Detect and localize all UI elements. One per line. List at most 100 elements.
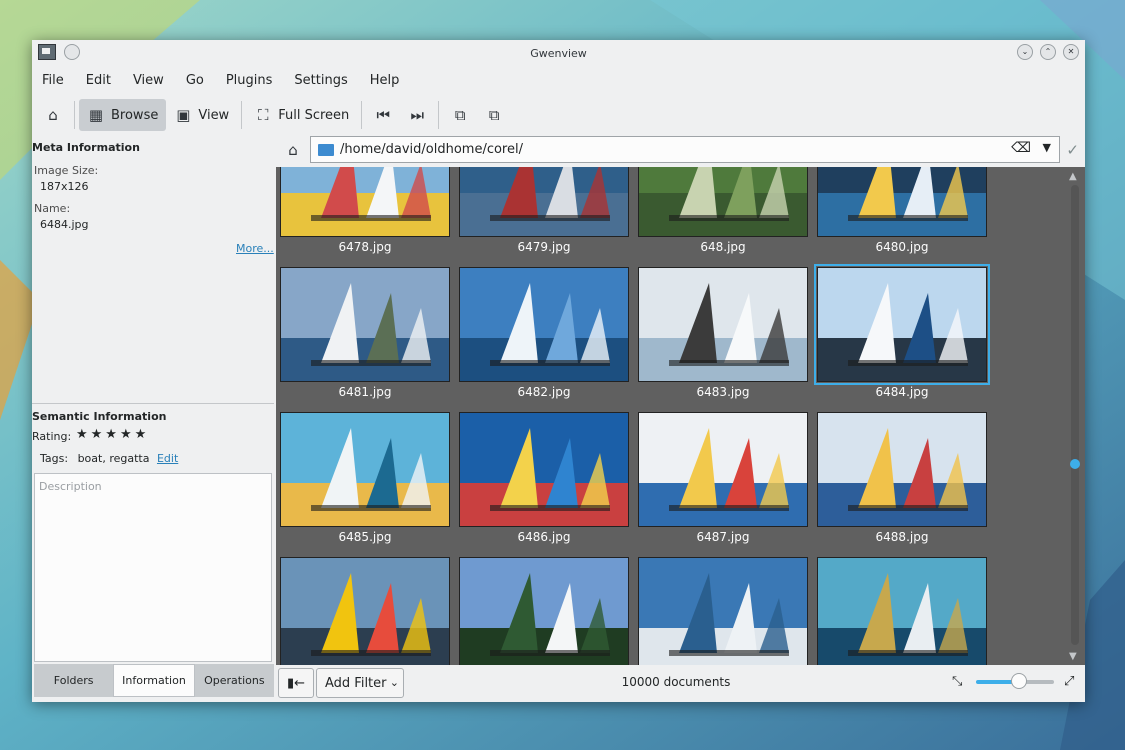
zoom-in-icon[interactable]: ⤢ [1064, 674, 1074, 689]
thumbnail-image[interactable] [459, 412, 629, 527]
thumbnail-image[interactable] [280, 557, 450, 665]
location-bar: ⌂ /home/david/oldhome/corel/ ⌫ ▼ ✓ [276, 133, 1085, 167]
zoom-slider-handle[interactable] [1011, 673, 1027, 689]
thumbnail-image[interactable] [280, 167, 450, 237]
thumbnail-caption: 6485.jpg [338, 530, 392, 544]
grid-icon: ▦ [88, 106, 104, 124]
rotate-left-button[interactable]: ⧉ [443, 99, 477, 131]
menu-view[interactable]: View [133, 73, 164, 88]
menu-help[interactable]: Help [370, 73, 400, 88]
meta-info-heading: Meta Information [32, 141, 140, 154]
menu-file[interactable]: File [42, 73, 64, 88]
tags-label: Tags: [40, 452, 69, 465]
description-field[interactable]: Description [34, 473, 272, 662]
document-count: 10000 documents [621, 675, 731, 689]
rating-stars[interactable]: ★★★★★ [76, 427, 149, 442]
folder-icon [318, 143, 334, 156]
thumbnail-caption: 6478.jpg [338, 240, 392, 254]
thumbnail-caption: 6483.jpg [696, 385, 750, 399]
thumbnail-caption: 6480.jpg [875, 240, 929, 254]
thumbnail-grid: 6478.jpg 6479.jpg 648.jpg 6480.jpg 6481.jpg 6… [276, 167, 1085, 665]
view-label: View [198, 107, 230, 123]
thumbnail-image[interactable] [459, 167, 629, 237]
rating-label: Rating: [32, 430, 72, 443]
home-button[interactable]: ⌂ [36, 99, 70, 131]
menu-edit[interactable]: Edit [86, 73, 111, 88]
thumbnail-image[interactable] [459, 557, 629, 665]
fullscreen-button[interactable]: ⛶ Full Screen [246, 99, 357, 131]
thumbnail-caption: 6479.jpg [517, 240, 571, 254]
thumbnail-image[interactable] [638, 267, 808, 382]
location-path: /home/david/oldhome/corel/ [340, 142, 523, 157]
maximize-button[interactable]: ⌃ [1040, 44, 1056, 60]
thumbnail-image[interactable] [280, 267, 450, 382]
view-button[interactable]: ▣ View [166, 99, 237, 131]
menu-go[interactable]: Go [186, 73, 204, 88]
tab-operations[interactable]: Operations [194, 664, 274, 697]
rotate-left-icon: ⧉ [454, 106, 466, 124]
tab-folders[interactable]: Folders [34, 664, 114, 697]
minimize-button[interactable]: ⌄ [1017, 44, 1033, 60]
image-size-label: Image Size: [34, 164, 99, 177]
main-toolbar: ⌂ ▦ Browse ▣ View ⛶ Full Screen ⏮ ⏭ ⧉ ⧉ [32, 97, 1085, 133]
name-value: 6484.jpg [40, 218, 89, 231]
scroll-handle[interactable] [1070, 459, 1080, 469]
thumbnail-image[interactable] [814, 264, 990, 385]
thumbnail-image[interactable] [459, 267, 629, 382]
scroll-track[interactable] [1071, 185, 1079, 645]
menu-plugins[interactable]: Plugins [226, 73, 273, 88]
browse-button[interactable]: ▦ Browse [79, 99, 167, 131]
previous-button[interactable]: ⏮ [366, 99, 400, 131]
status-bar: ▮← Add Filter ⌄ 10000 documents ⤡ ⤢ [276, 665, 1085, 702]
thumbnail-image[interactable] [817, 412, 987, 527]
tab-information[interactable]: Information [113, 664, 195, 697]
zoom-out-icon[interactable]: ⤡ [952, 674, 962, 689]
scroll-up-icon[interactable]: ▲ [1069, 171, 1077, 182]
keep-above-button[interactable] [64, 44, 80, 60]
information-sidebar: Meta Information Image Size: 187x126 Nam… [32, 137, 274, 699]
next-button[interactable]: ⏭ [400, 99, 434, 131]
sidebar-toggle-icon: ▮← [286, 675, 306, 691]
thumbnail-image[interactable] [280, 412, 450, 527]
thumbnail-image[interactable] [638, 412, 808, 527]
scroll-down-icon[interactable]: ▼ [1069, 651, 1077, 662]
title-bar[interactable]: Gwenview ⌄ ⌃ ✕ [32, 40, 1085, 66]
window-title: Gwenview [530, 46, 587, 60]
sidebar-divider [32, 403, 274, 404]
app-menu-icon[interactable] [38, 44, 56, 60]
tags-edit-link[interactable]: Edit [157, 452, 178, 465]
chevron-down-icon[interactable]: ▼ [1043, 141, 1051, 154]
tags-value: boat, regatta [77, 452, 150, 465]
thumbnail-caption: 6484.jpg [875, 385, 929, 399]
previous-icon: ⏮ [376, 106, 391, 124]
thumbnail-caption: 6488.jpg [875, 530, 929, 544]
thumbnail-image[interactable] [638, 167, 808, 237]
menu-settings[interactable]: Settings [294, 73, 347, 88]
toggle-sidebar-button[interactable]: ▮← [278, 668, 314, 698]
clear-icon[interactable]: ⌫ [1011, 140, 1031, 156]
fullscreen-icon: ⛶ [257, 106, 269, 124]
zoom-slider[interactable] [976, 673, 1054, 689]
thumbnail-image[interactable] [817, 557, 987, 665]
thumbnail-caption: 6481.jpg [338, 385, 392, 399]
thumbnail-image[interactable] [638, 557, 808, 665]
add-filter-button[interactable]: Add Filter ⌄ [316, 668, 404, 698]
location-input[interactable]: /home/david/oldhome/corel/ ⌫ ▼ [310, 136, 1060, 163]
thumbnail-caption: 6486.jpg [517, 530, 571, 544]
tags-row: Tags: boat, regatta Edit [40, 452, 178, 465]
thumbnail-caption: 648.jpg [700, 240, 746, 254]
gwenview-window: Gwenview ⌄ ⌃ ✕ File Edit View Go Plugins… [32, 40, 1085, 702]
home-icon[interactable]: ⌂ [284, 141, 302, 159]
home-icon: ⌂ [48, 106, 58, 124]
browse-area: ⌂ /home/david/oldhome/corel/ ⌫ ▼ ✓ 6478.… [276, 133, 1085, 702]
confirm-check-icon[interactable]: ✓ [1066, 141, 1079, 159]
thumbnail-caption: 6482.jpg [517, 385, 571, 399]
browse-label: Browse [111, 107, 159, 123]
vertical-scrollbar[interactable]: ▲ ▼ [1065, 167, 1085, 665]
close-button[interactable]: ✕ [1063, 44, 1079, 60]
more-link[interactable]: More... [236, 242, 274, 255]
rotate-right-button[interactable]: ⧉ [477, 99, 511, 131]
fullscreen-label: Full Screen [278, 107, 350, 123]
thumbnail-image[interactable] [817, 167, 987, 237]
menu-bar: File Edit View Go Plugins Settings Help [32, 68, 1085, 92]
